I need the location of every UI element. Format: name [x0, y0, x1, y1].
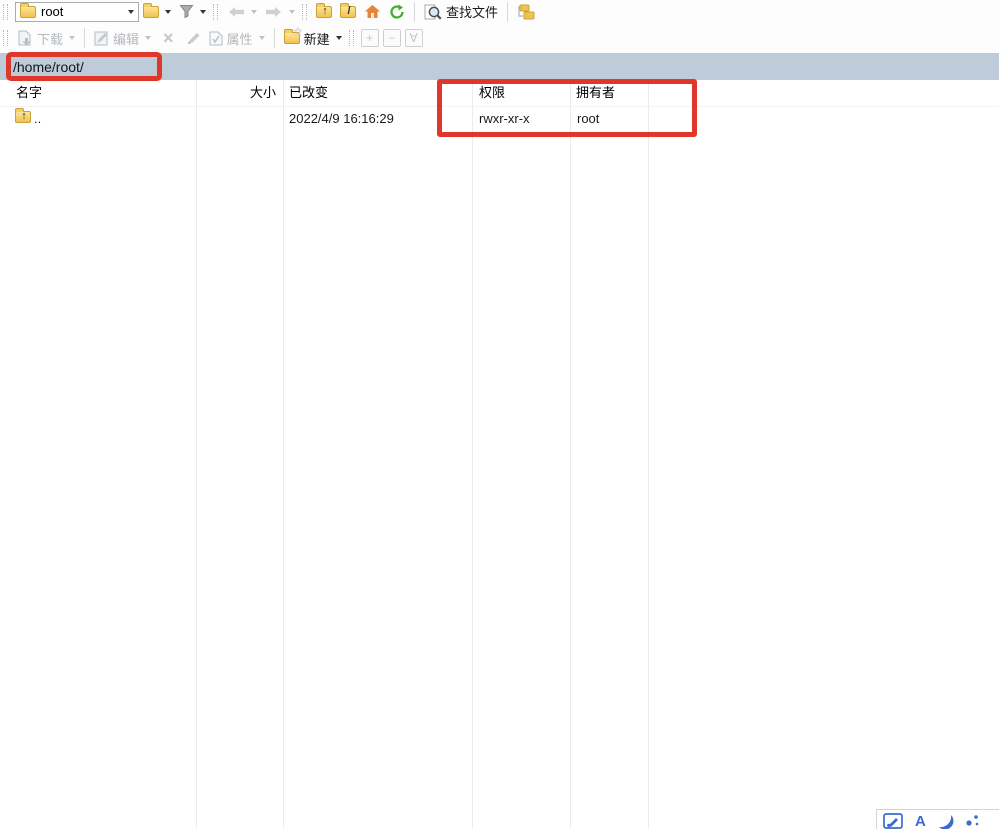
toolbar-grip[interactable] [302, 4, 307, 20]
select-all-filter-button[interactable]: ∀ [405, 29, 423, 47]
refresh-button[interactable] [385, 2, 409, 22]
rename-pencil-icon [186, 31, 201, 45]
parent-folder-icon: ↑ [15, 111, 31, 123]
toolbar-separator [507, 2, 508, 22]
toolbar-separator [84, 28, 85, 48]
mosaic-dots-icon [965, 813, 980, 828]
column-divider[interactable] [570, 80, 571, 829]
delete-button[interactable]: × [155, 26, 182, 51]
find-files-button[interactable]: 查找文件 [420, 0, 502, 23]
select-minus-button[interactable]: − [383, 29, 401, 47]
directory-tree-button[interactable] [513, 2, 539, 22]
up-directory-icon: ↑ [316, 6, 332, 18]
session-selector-value: root [41, 4, 121, 19]
minus-icon: − [388, 31, 395, 45]
row-changed[interactable]: 2022/4/9 16:16:29 [289, 106, 394, 131]
file-list: 名字 大小 已改变 权限 拥有者 ↑ .. 2022/4/9 16:16:29 … [0, 80, 999, 829]
home-icon [364, 4, 381, 19]
find-files-icon [424, 4, 442, 20]
column-header-changed[interactable]: 已改变 [289, 80, 328, 106]
root-directory-icon: / [340, 6, 356, 18]
filter-funnel-icon [179, 4, 194, 19]
chevron-down-icon [128, 10, 134, 14]
rename-button[interactable] [182, 29, 205, 47]
brush-tool-button[interactable] [937, 813, 954, 829]
toolbar-file-actions: 下载 编辑 × 属性 ☆ [0, 23, 999, 53]
forall-icon: ∀ [409, 31, 417, 45]
column-divider[interactable] [283, 80, 284, 829]
chevron-down-icon [336, 36, 342, 40]
text-tool-icon: A [915, 813, 926, 829]
session-selector[interactable]: root [15, 2, 139, 22]
toolbar-grip[interactable] [213, 4, 218, 20]
brush-crescent-icon [937, 813, 954, 829]
address-bar[interactable]: /home/root/ [0, 53, 999, 80]
forward-button[interactable] [261, 4, 299, 20]
current-path[interactable]: /home/root/ [0, 59, 84, 75]
properties-label: 属性 [227, 29, 253, 48]
mosaic-tool-button[interactable] [965, 813, 980, 828]
plus-icon: + [366, 31, 373, 45]
row-permissions[interactable]: rwxr-xr-x [479, 106, 530, 131]
toolbar-grip[interactable] [349, 30, 354, 46]
properties-button[interactable]: 属性 [205, 27, 269, 50]
chevron-down-icon [165, 10, 171, 14]
chevron-down-icon [259, 36, 265, 40]
back-button[interactable] [223, 4, 261, 20]
rectangle-pen-icon [883, 813, 904, 829]
download-button[interactable]: 下载 [13, 27, 79, 50]
new-button[interactable]: ☆ 新建 [280, 27, 346, 50]
session-folder-icon [20, 6, 36, 18]
chevron-down-icon [200, 10, 206, 14]
column-header-permissions[interactable]: 权限 [479, 80, 505, 106]
root-directory-button[interactable]: / [336, 4, 360, 20]
toolbar-grip[interactable] [3, 30, 8, 46]
open-folder-icon [143, 6, 159, 18]
screenshot-annotation-toolbar: A [876, 809, 999, 829]
column-divider[interactable] [648, 80, 649, 829]
new-label: 新建 [304, 29, 330, 48]
properties-icon [209, 31, 223, 46]
edit-button[interactable]: 编辑 [90, 27, 155, 50]
rectangle-tool-button[interactable] [883, 813, 904, 829]
text-tool-button[interactable]: A [915, 813, 926, 829]
download-icon [17, 30, 33, 46]
column-divider[interactable] [196, 80, 197, 829]
toolbar-separator [274, 28, 275, 48]
column-header-size[interactable]: 大小 [196, 80, 276, 106]
up-directory-button[interactable]: ↑ [312, 4, 336, 20]
row-owner[interactable]: root [577, 106, 599, 131]
row-size[interactable] [196, 106, 276, 131]
chevron-down-icon [251, 10, 257, 14]
filter-button[interactable] [175, 2, 210, 21]
row-name[interactable]: .. [34, 106, 41, 131]
column-divider[interactable] [472, 80, 473, 829]
select-plus-button[interactable]: + [361, 29, 379, 47]
toolbar-separator [414, 2, 415, 22]
toolbar-grip[interactable] [3, 4, 8, 20]
edit-icon [94, 31, 109, 46]
directory-tree-icon [517, 4, 535, 20]
open-directory-button[interactable] [139, 4, 175, 20]
download-label: 下载 [37, 29, 63, 48]
column-header-owner[interactable]: 拥有者 [576, 80, 615, 106]
refresh-icon [389, 4, 405, 20]
home-directory-button[interactable] [360, 2, 385, 21]
column-header-name[interactable]: 名字 [16, 80, 42, 106]
toolbar-session: root ↑ [0, 0, 999, 23]
edit-label: 编辑 [113, 29, 139, 48]
remote-file-panel: root ↑ [0, 0, 999, 829]
find-files-label: 查找文件 [446, 2, 498, 21]
delete-x-icon: × [159, 28, 178, 49]
chevron-down-icon [289, 10, 295, 14]
new-folder-icon: ☆ [284, 32, 300, 44]
chevron-down-icon [145, 36, 151, 40]
chevron-down-icon [69, 36, 75, 40]
forward-arrow-icon [265, 6, 283, 18]
back-arrow-icon [227, 6, 245, 18]
